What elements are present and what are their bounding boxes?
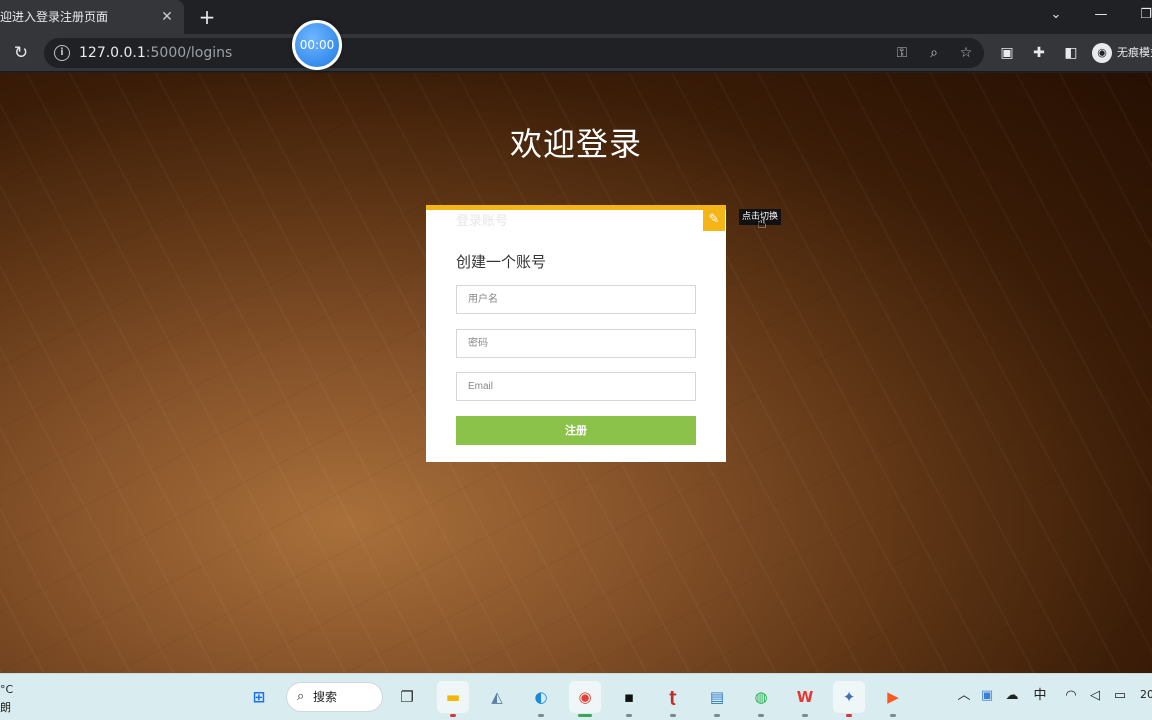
taskbar-search[interactable]: ⌕ 搜索 (286, 682, 383, 712)
pycharm-icon[interactable]: ▪ (613, 681, 645, 717)
close-tab-icon[interactable]: ✕ (158, 8, 176, 26)
password-field[interactable] (456, 329, 696, 358)
extensions-icon[interactable]: ✚ (1028, 42, 1050, 64)
wifi-icon[interactable]: ◠ (1061, 686, 1081, 706)
hand-cursor-icon: ☝ (757, 213, 767, 232)
page-title: 欢迎登录 (509, 125, 642, 163)
ime-indicator[interactable]: 中 (1030, 686, 1050, 706)
username-field[interactable] (456, 285, 696, 314)
notepad-icon[interactable]: ▤ (701, 681, 733, 717)
search-icon: ⌕ (297, 689, 305, 704)
browser-tab[interactable]: 迎进入登录注册页面 ✕ (0, 0, 184, 34)
tab-title: 迎进入登录注册页面 (0, 10, 109, 24)
side-panel-icon[interactable]: ◧ (1060, 42, 1082, 64)
tab-search-icon[interactable]: ⌄ (1034, 0, 1078, 30)
profile-label: 无痕模式 (1117, 46, 1152, 59)
site-info-icon[interactable]: i (54, 45, 70, 61)
new-tab-button[interactable]: + (196, 6, 218, 28)
register-button[interactable]: 注册 (456, 416, 696, 445)
battery-icon[interactable]: ▭ (1110, 686, 1130, 706)
wechat-icon[interactable]: ◍ (745, 681, 777, 717)
bookmark-star-icon[interactable]: ☆ (956, 43, 976, 63)
browser-tab-strip: 迎进入登录注册页面 ✕ + ⌄ — ❐ (0, 0, 1152, 34)
weather-condition[interactable]: 朗 (0, 699, 11, 715)
url-path: :5000/logins (145, 45, 233, 61)
address-bar[interactable]: i 127.0.0.1:5000/logins ⚿ ⌕ ☆ (44, 38, 984, 68)
game-icon[interactable]: ✦ (833, 681, 865, 717)
wps-icon[interactable]: W (789, 681, 821, 717)
search-label: 搜索 (313, 690, 338, 704)
edge-icon[interactable]: ◐ (525, 681, 557, 717)
login-label-ghost: 登录账号 (456, 214, 509, 229)
page-viewport: 欢迎登录 登录账号 ✎ 创建一个账号 注册 点击切换 ☝ (0, 73, 1152, 673)
card-heading: 创建一个账号 (456, 253, 547, 271)
volume-icon[interactable]: ◁ (1085, 686, 1105, 706)
pencil-icon: ✎ (708, 212, 720, 227)
file-explorer-icon[interactable]: ▬ (437, 681, 469, 717)
recorder-app-icon[interactable]: ▶ (877, 681, 909, 717)
restore-button[interactable]: ❐ (1124, 0, 1152, 30)
incognito-profile[interactable]: ◉ 无痕模式 (1092, 42, 1152, 64)
reading-mode-icon[interactable]: ▣ (996, 42, 1018, 64)
weather-temp[interactable]: °C (0, 683, 13, 696)
taskbar: °C 朗 ⊞ ⌕ 搜索 ❐ ▬ ◭ ◐ ◉ ▪ ʈ ▤ ◍ W ✦ ▶ ︿ ▣ … (0, 673, 1152, 720)
key-icon[interactable]: ⚿ (892, 43, 912, 63)
switch-form-button[interactable]: ✎ (703, 209, 725, 231)
url-host: 127.0.0.1 (79, 45, 146, 61)
zoom-icon[interactable]: ⌕ (924, 43, 944, 63)
chrome-icon[interactable]: ◉ (569, 681, 601, 717)
show-hidden-icons-icon[interactable]: ︿ (954, 686, 974, 706)
url-text: 127.0.0.1:5000/logins (79, 38, 232, 68)
browser-toolbar: ↻ i 127.0.0.1:5000/logins ⚿ ⌕ ☆ (0, 34, 1152, 72)
start-icon[interactable]: ⊞ (243, 681, 275, 713)
reload-icon[interactable]: ↻ (10, 42, 32, 64)
clock[interactable]: 20 (1140, 688, 1152, 701)
security-tray-icon[interactable]: ▣ (977, 686, 997, 706)
register-card: 登录账号 ✎ 创建一个账号 注册 (426, 205, 726, 462)
incognito-icon: ◉ (1092, 43, 1112, 63)
resource-monitor-icon[interactable]: ◭ (481, 681, 513, 713)
recording-timer[interactable]: 00:00 (292, 20, 342, 70)
email-field[interactable] (456, 372, 696, 401)
typora-icon[interactable]: ʈ (657, 681, 689, 717)
onedrive-icon[interactable]: ☁ (1002, 686, 1022, 706)
task-view-icon[interactable]: ❐ (391, 681, 423, 713)
minimize-button[interactable]: — (1079, 0, 1123, 30)
